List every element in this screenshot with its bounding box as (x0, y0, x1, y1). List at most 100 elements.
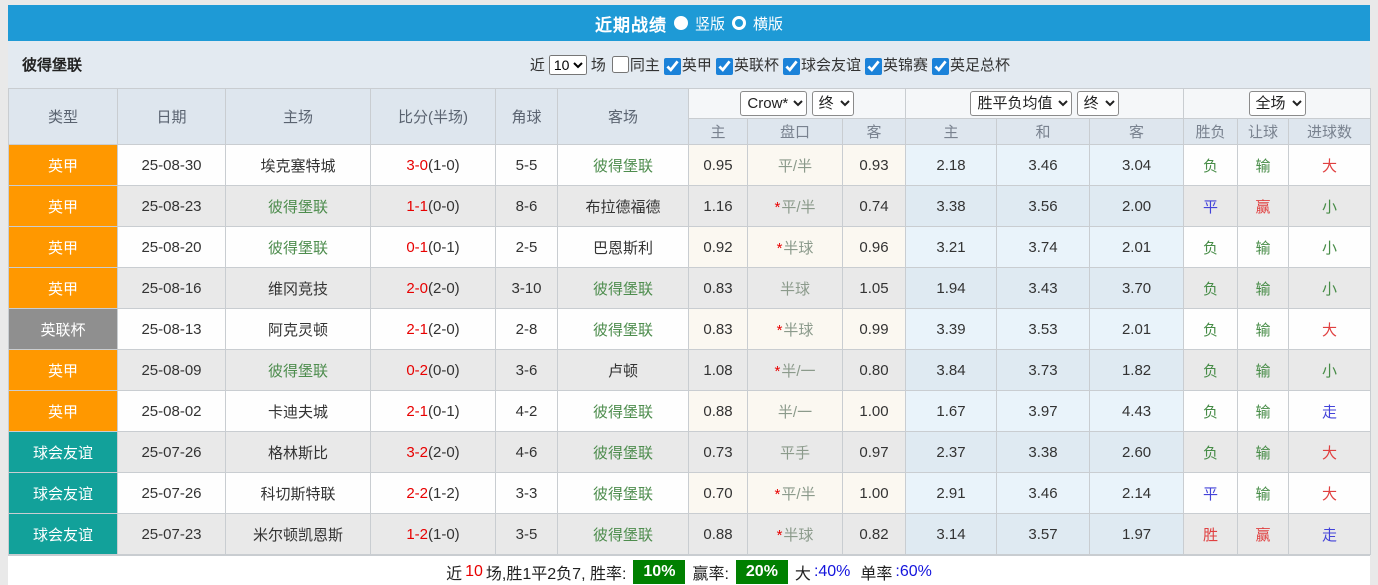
result-goals: 小 (1288, 185, 1372, 227)
sub-header-8: 进球数 (1288, 118, 1372, 145)
title-bar: 近期战绩 竖版 横版 (8, 5, 1370, 41)
vertical-layout-label[interactable]: 竖版 (695, 13, 725, 34)
half-time-score: (0-0) (428, 197, 460, 215)
result-goals: 大 (1288, 144, 1372, 186)
home-team[interactable]: 科切斯特联 (225, 472, 371, 514)
score: 2-2(1-2) (370, 472, 496, 514)
crow-home-odds: 1.16 (688, 185, 748, 227)
league-badge: 英联杯 (8, 308, 118, 350)
corner-score: 8-6 (495, 185, 558, 227)
odds-time-select-1[interactable]: 终 (811, 91, 854, 116)
handicap: *半/一 (747, 349, 843, 391)
handicap: *半球 (747, 308, 843, 350)
score: 2-1(0-1) (370, 390, 496, 432)
single-label: 单率 (860, 566, 893, 583)
same-home-checkbox[interactable] (611, 56, 629, 73)
crow-home-odds: 0.92 (688, 226, 748, 268)
away-team[interactable]: 彼得堡联 (557, 513, 689, 555)
score: 1-2(1-0) (370, 513, 496, 555)
handicap: 半/一 (747, 390, 843, 432)
result-handicap: 输 (1237, 308, 1290, 350)
home-team[interactable]: 彼得堡联 (225, 185, 371, 227)
away-team[interactable]: 布拉德福德 (557, 185, 689, 227)
filter-bar: 彼得堡联 近 10 场 同主 英甲 英联杯 球会友谊 英锦赛 英足总杯 (8, 41, 1370, 88)
match-date: 25-07-26 (117, 431, 226, 473)
scope-select[interactable]: 全场 (1248, 91, 1306, 116)
horizontal-layout-label[interactable]: 横版 (753, 13, 783, 34)
crow-away-odds: 0.93 (841, 144, 907, 186)
half-time-score: (0-1) (428, 238, 460, 256)
odds-company-select[interactable]: Crow* (740, 91, 808, 116)
away-team[interactable]: 彼得堡联 (557, 308, 689, 350)
league-checkbox-4[interactable] (931, 57, 949, 75)
avg-home-odds: 2.18 (905, 144, 998, 186)
result-handicap: 输 (1237, 472, 1290, 514)
footer-prefix: 近 (446, 566, 463, 583)
avg-away-odds: 4.43 (1089, 390, 1185, 432)
sub-header-1: 盘口 (747, 118, 843, 145)
filters: 近 10 场 同主 英甲 英联杯 球会友谊 英锦赛 英足总杯 (530, 54, 1010, 75)
live-star-icon: * (774, 485, 781, 503)
full-time-score: 3-0 (406, 156, 428, 174)
avg-away-odds: 2.60 (1089, 431, 1185, 473)
league-checkbox-0[interactable] (663, 57, 681, 75)
league-badge: 英甲 (8, 267, 118, 309)
home-team[interactable]: 维冈竞技 (225, 267, 371, 309)
match-date: 25-08-02 (117, 390, 226, 432)
crow-away-odds: 0.82 (841, 513, 907, 555)
avg-draw-odds: 3.38 (996, 431, 1091, 473)
avg-draw-odds: 3.43 (996, 267, 1091, 309)
col-header-score: 比分(半场) (370, 88, 496, 145)
odds-time-select-2[interactable]: 终 (1076, 91, 1119, 116)
home-team[interactable]: 彼得堡联 (225, 349, 371, 391)
match-row: 英甲 25-08-09 彼得堡联 0-2(0-0) 3-6 卢顿 1.08 *半/一 0.80 3… (8, 349, 1372, 391)
away-team[interactable]: 彼得堡联 (557, 390, 689, 432)
recent-count-select[interactable]: 10 (548, 54, 587, 75)
match-date: 25-07-23 (117, 513, 226, 555)
big-label: 大 (794, 566, 811, 583)
crow-away-odds: 1.00 (841, 472, 907, 514)
avg-draw-odds: 3.73 (996, 349, 1091, 391)
avg-away-odds: 2.01 (1089, 226, 1185, 268)
crow-away-odds: 0.74 (841, 185, 907, 227)
league-checkbox-2[interactable] (782, 57, 800, 75)
footer-count: 10 (465, 563, 483, 580)
league-checkbox-1[interactable] (715, 57, 733, 75)
vertical-layout-radio[interactable] (673, 16, 688, 30)
home-team[interactable]: 阿克灵顿 (225, 308, 371, 350)
sub-header-0: 主 (688, 118, 748, 145)
home-team[interactable]: 彼得堡联 (225, 226, 371, 268)
away-team[interactable]: 彼得堡联 (557, 472, 689, 514)
full-time-score: 2-0 (406, 279, 428, 297)
league-badge: 英甲 (8, 144, 118, 186)
result-wdl: 负 (1183, 431, 1239, 473)
home-team[interactable]: 米尔顿凯恩斯 (225, 513, 371, 555)
horizontal-layout-radio[interactable] (732, 16, 746, 30)
avg-away-odds: 3.70 (1089, 267, 1185, 309)
result-handicap: 赢 (1237, 513, 1290, 555)
away-team[interactable]: 巴恩斯利 (557, 226, 689, 268)
result-handicap: 输 (1237, 390, 1290, 432)
half-time-score: (2-0) (428, 320, 460, 338)
match-date: 25-08-30 (117, 144, 226, 186)
league-checkbox-3[interactable] (864, 57, 882, 75)
match-row: 球会友谊 25-07-26 格林斯比 3-2(2-0) 4-6 彼得堡联 0.73 平手 0.9… (8, 431, 1372, 473)
avg-away-odds: 2.00 (1089, 185, 1185, 227)
home-team[interactable]: 格林斯比 (225, 431, 371, 473)
away-team[interactable]: 彼得堡联 (557, 267, 689, 309)
crow-home-odds: 0.83 (688, 308, 748, 350)
match-row: 英甲 25-08-16 维冈竞技 2-0(2-0) 3-10 彼得堡联 0.83 半球 1.05… (8, 267, 1372, 309)
crow-home-odds: 0.95 (688, 144, 748, 186)
match-row: 英甲 25-08-20 彼得堡联 0-1(0-1) 2-5 巴恩斯利 0.92 *半球 0.96… (8, 226, 1372, 268)
sub-header-5: 客 (1089, 118, 1185, 145)
avg-odds-select[interactable]: 胜平负均值 (970, 91, 1073, 116)
away-team[interactable]: 彼得堡联 (557, 144, 689, 186)
away-team[interactable]: 彼得堡联 (557, 431, 689, 473)
sub-header-6: 胜负 (1183, 118, 1239, 145)
home-team[interactable]: 埃克塞特城 (225, 144, 371, 186)
crow-away-odds: 1.00 (841, 390, 907, 432)
away-team[interactable]: 卢顿 (557, 349, 689, 391)
home-team[interactable]: 卡迪夫城 (225, 390, 371, 432)
recent-results-panel: 近期战绩 竖版 横版 彼得堡联 近 10 场 同主 英甲 英联杯 球会友谊 英锦赛 英足… (0, 0, 1378, 585)
full-time-score: 2-2 (406, 484, 428, 502)
